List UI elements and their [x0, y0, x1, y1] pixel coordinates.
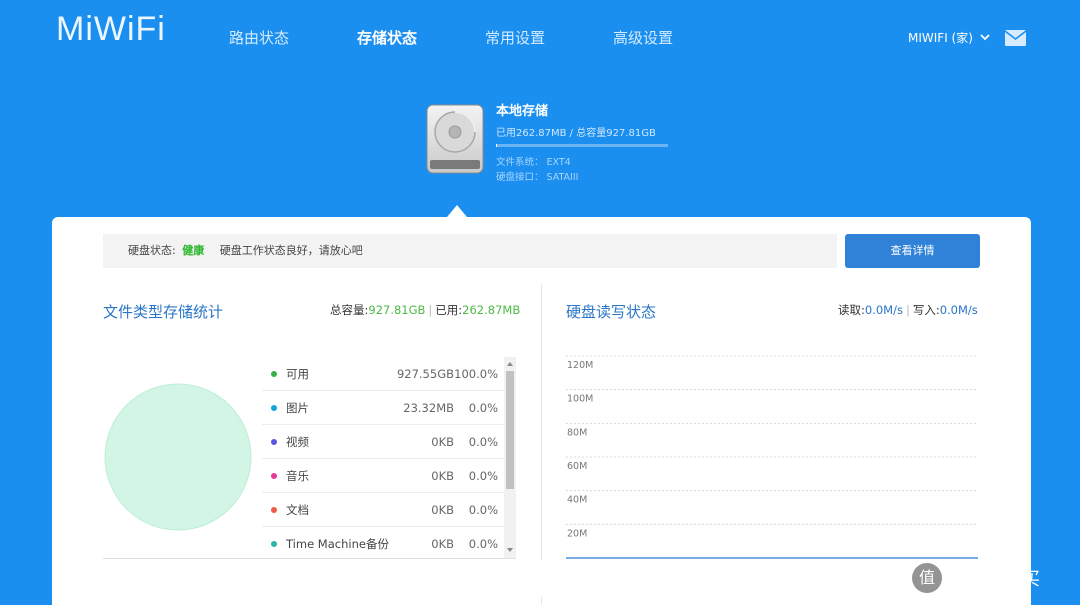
scroll-down-arrow-icon[interactable]: [507, 548, 513, 552]
panel-divider: [541, 597, 542, 605]
storage-card: 硬盘状态: 健康 硬盘工作状态良好，请放心吧 查看详情 文件类型存储统计 总容量…: [52, 217, 1031, 605]
router-name-dropdown[interactable]: MIWIFI (家): [908, 29, 990, 46]
top-header: MiWiFi 路由状态 存储状态 常用设置 高级设置 MIWIFI (家): [0, 0, 1080, 80]
list-scrollbar[interactable]: [504, 357, 516, 558]
panel-divider: [541, 284, 542, 560]
y-tick-label: 40M: [567, 495, 587, 506]
legend-dot: [271, 370, 277, 377]
nav-common-settings[interactable]: 常用设置: [485, 27, 545, 48]
rw-status-summary: 读取:0.0M/s | 写入:0.0M/s: [838, 303, 978, 317]
legend-dot: [271, 540, 277, 547]
watermark-logo: 值: [912, 563, 942, 593]
rw-line-chart: 120M 100M 80M 60M 40M 20M: [566, 355, 978, 559]
scroll-up-arrow-icon[interactable]: [507, 362, 513, 366]
disk-status-label: 硬盘状态:: [128, 244, 176, 257]
disk-filesystem: 文件系统： EXT4: [496, 157, 571, 168]
file-type-list[interactable]: 可用 927.55GB 100.0% 图片 23.32MB 0.0% 视频 0K…: [262, 357, 516, 558]
storage-pie-chart: [104, 383, 252, 531]
read-value: 0.0M/s: [864, 303, 903, 317]
y-tick-label: 60M: [567, 461, 587, 472]
legend-dot: [271, 404, 277, 411]
total-label: 总容量:: [330, 303, 369, 317]
main-nav: 路由状态 存储状态 常用设置 高级设置: [229, 27, 741, 48]
disk-info: 本地存储 已用262.87MB / 总容量927.81GB 文件系统： EXT4…: [496, 100, 668, 185]
chevron-down-icon: [980, 34, 990, 41]
y-tick-label: 80M: [567, 427, 587, 438]
pie-slice-available: [104, 383, 252, 531]
divider: [103, 558, 516, 559]
y-tick-label: 100M: [567, 394, 593, 405]
card-pointer: [447, 205, 467, 217]
write-value: 0.0M/s: [939, 303, 978, 317]
used-label: 已用:: [435, 303, 463, 317]
watermark: 值 什么值得买: [912, 563, 1040, 593]
disk-status-message: 硬盘工作状态良好，请放心吧: [219, 244, 363, 257]
list-item: 音乐 0KB 0.0%: [262, 459, 516, 493]
disk-usage: 已用262.87MB / 总容量927.81GB: [496, 128, 656, 139]
list-item: 可用 927.55GB 100.0%: [262, 357, 516, 391]
scroll-thumb[interactable]: [506, 371, 514, 489]
disk-status-bar: 硬盘状态: 健康 硬盘工作状态良好，请放心吧: [103, 234, 837, 268]
disk-usage-bar: [496, 144, 668, 147]
write-label: 写入:: [912, 303, 940, 317]
nav-storage-status[interactable]: 存储状态: [357, 27, 417, 48]
miwifi-logo[interactable]: MiWiFi: [56, 10, 166, 49]
hard-disk-icon: [426, 104, 484, 174]
mail-icon[interactable]: [1005, 30, 1026, 46]
storage-stats-title: 文件类型存储统计: [103, 303, 224, 321]
disk-usage-bar-fill: [496, 144, 497, 147]
watermark-text: 什么值得买: [950, 569, 1040, 590]
nav-router-status[interactable]: 路由状态: [229, 27, 289, 48]
y-tick-label: 20M: [567, 528, 587, 539]
list-item: 文档 0KB 0.0%: [262, 493, 516, 527]
disk-status-value: 健康: [182, 244, 205, 257]
rw-status-title: 硬盘读写状态: [566, 303, 657, 321]
total-value: 927.81GB: [368, 303, 426, 317]
list-item: 视频 0KB 0.0%: [262, 425, 516, 459]
storage-stats-summary: 总容量:927.81GB | 已用:262.87MB: [330, 303, 521, 317]
legend-dot: [271, 472, 277, 479]
disk-interface: 硬盘接口： SATAIII: [496, 172, 579, 183]
legend-dot: [271, 506, 277, 513]
used-value: 262.87MB: [462, 303, 521, 317]
legend-dot: [271, 438, 277, 445]
disk-title: 本地存储: [496, 104, 549, 119]
router-name-label: MIWIFI (家): [908, 31, 973, 45]
read-label: 读取:: [838, 303, 865, 317]
view-details-button[interactable]: 查看详情: [845, 234, 980, 268]
list-item: 图片 23.32MB 0.0%: [262, 391, 516, 425]
list-item: Time Machine备份 0KB 0.0%: [262, 527, 516, 558]
nav-advanced-settings[interactable]: 高级设置: [613, 27, 673, 48]
y-tick-label: 120M: [567, 360, 593, 371]
